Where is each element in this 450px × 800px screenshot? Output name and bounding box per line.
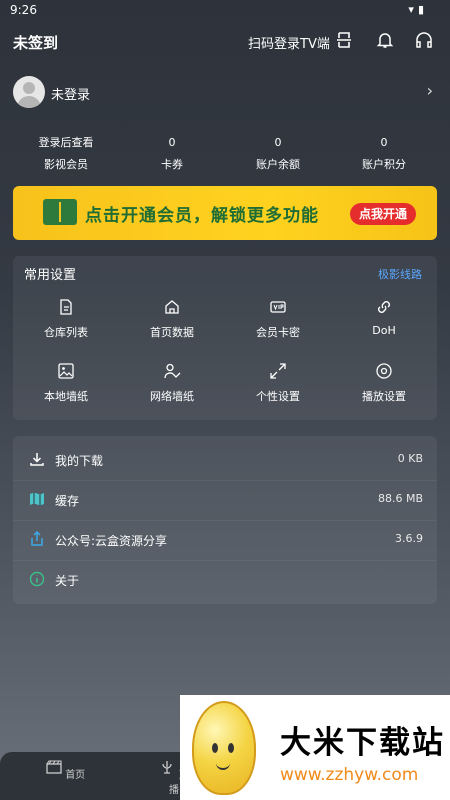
stat-coupons[interactable]: 0 卡券 xyxy=(119,134,225,174)
download-icon xyxy=(30,453,44,466)
sign-in-status[interactable]: 未签到 xyxy=(13,32,58,53)
list-item-official-account[interactable]: 公众号:云盒资源分享 3.6.9 xyxy=(13,520,437,561)
list-item-value: 88.6 MB xyxy=(377,492,423,505)
settings-item-playback[interactable]: 播放设置 xyxy=(331,362,437,408)
nav-label: 首页 xyxy=(65,770,86,781)
misc-list-card: 我的下载 0 KB 缓存 88.6 MB 公众号:云盒资源分享 3.6.9 关于 xyxy=(13,436,437,604)
stat-label: 账户余额 xyxy=(256,158,300,171)
clapper-icon xyxy=(46,760,62,774)
list-item-label: 缓存 xyxy=(55,494,80,508)
vip-promo-banner[interactable]: 点击开通会员，解锁更多功能 点我开通 xyxy=(13,186,437,240)
stat-label: 影视会员 xyxy=(44,158,88,171)
chevron-right-icon[interactable]: › xyxy=(427,81,433,100)
document-icon xyxy=(60,299,72,315)
map-icon xyxy=(30,492,44,506)
status-bar: 9:26 ▾▮ xyxy=(0,0,450,20)
top-bar: 未签到 扫码登录TV端 xyxy=(0,28,450,56)
account-stats: 登录后查看 影视会员 0 卡券 0 账户余额 0 账户积分 xyxy=(13,134,437,174)
settings-item-repo-list[interactable]: 仓库列表 xyxy=(13,298,119,344)
settings-item-label: 会员卡密 xyxy=(256,326,300,339)
list-item-label: 关于 xyxy=(55,574,80,588)
stat-value: 0 xyxy=(168,136,176,149)
bell-icon[interactable] xyxy=(375,30,395,50)
stat-label: 账户积分 xyxy=(362,158,406,171)
bottom-nav: 首页 直播 xyxy=(0,752,190,800)
image-icon xyxy=(58,363,74,379)
watermark-overlay: 大米下载站 www.zzhyw.com xyxy=(180,695,450,800)
book-icon xyxy=(43,199,77,225)
user-name: 未登录 xyxy=(51,88,91,103)
user-login-row[interactable]: 未登录 › xyxy=(13,74,437,110)
stat-value: 0 xyxy=(274,136,282,149)
settings-item-doh[interactable]: DoH xyxy=(331,298,437,344)
link-icon xyxy=(378,301,390,313)
stat-label: 卡券 xyxy=(161,158,183,171)
settings-item-label: 仓库列表 xyxy=(44,326,88,339)
stat-value: 登录后查看 xyxy=(38,136,94,149)
settings-item-label: DoH xyxy=(372,324,396,337)
open-vip-button[interactable]: 点我开通 xyxy=(350,203,416,225)
list-item-label: 我的下载 xyxy=(55,454,104,468)
stat-balance[interactable]: 0 账户余额 xyxy=(225,134,331,174)
nav-home[interactable]: 首页 xyxy=(46,760,85,781)
play-settings-icon xyxy=(376,363,392,379)
settings-item-home-data[interactable]: 首页数据 xyxy=(119,298,225,344)
settings-item-vip-card[interactable]: 会员卡密 xyxy=(225,298,331,344)
vip-card-icon xyxy=(270,301,286,313)
common-settings-card: 常用设置 极影线路 仓库列表 首页数据 会员卡密 DoH 本地墙纸 网络墙纸 个… xyxy=(13,256,437,420)
stat-vip[interactable]: 登录后查看 影视会员 xyxy=(13,134,119,174)
list-item-value: 0 KB xyxy=(397,452,423,465)
settings-item-label: 本地墙纸 xyxy=(44,390,88,403)
stat-value: 0 xyxy=(380,136,388,149)
home-icon xyxy=(165,300,179,314)
user-check-icon xyxy=(164,363,181,379)
banner-text: 点击开通会员，解锁更多功能 xyxy=(85,206,319,226)
info-icon xyxy=(29,571,45,587)
settings-item-label: 网络墙纸 xyxy=(150,390,194,403)
settings-item-personalize[interactable]: 个性设置 xyxy=(225,362,331,408)
scan-icon[interactable] xyxy=(334,30,354,50)
watermark-url: www.zzhyw.com xyxy=(280,765,419,785)
status-time: 9:26 xyxy=(10,3,37,17)
route-link[interactable]: 极影线路 xyxy=(378,266,422,282)
scan-tv-login-link[interactable]: 扫码登录TV端 xyxy=(248,33,330,52)
watermark-title: 大米下载站 xyxy=(280,725,445,761)
list-item-about[interactable]: 关于 xyxy=(13,560,437,600)
settings-item-label: 个性设置 xyxy=(256,390,300,403)
stat-points[interactable]: 0 账户积分 xyxy=(331,134,437,174)
list-item-downloads[interactable]: 我的下载 0 KB xyxy=(13,440,437,481)
list-item-label: 公众号:云盒资源分享 xyxy=(55,534,168,548)
settings-item-local-wallpaper[interactable]: 本地墙纸 xyxy=(13,362,119,408)
status-icons: ▾▮ xyxy=(408,3,428,16)
live-icon xyxy=(162,761,173,774)
settings-item-network-wallpaper[interactable]: 网络墙纸 xyxy=(119,362,225,408)
settings-item-label: 播放设置 xyxy=(362,390,406,403)
expand-icon xyxy=(270,363,286,379)
list-item-value: 3.6.9 xyxy=(395,532,423,545)
share-icon xyxy=(31,531,43,546)
list-item-cache[interactable]: 缓存 88.6 MB xyxy=(13,480,437,521)
egg-mascot-logo xyxy=(192,701,256,795)
section-title: 常用设置 xyxy=(24,268,77,283)
settings-item-label: 首页数据 xyxy=(150,326,194,339)
headset-icon[interactable] xyxy=(414,30,434,50)
avatar[interactable] xyxy=(13,76,45,108)
